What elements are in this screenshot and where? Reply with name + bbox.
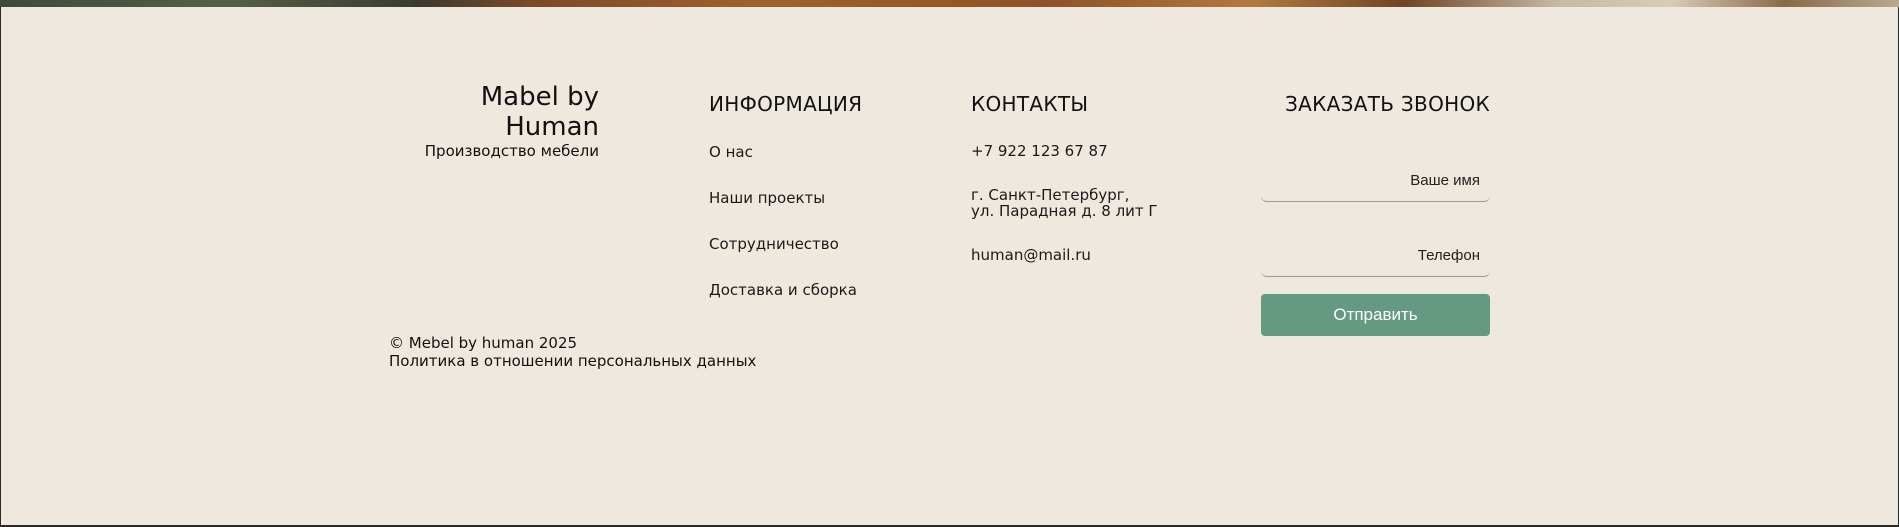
name-placeholder: Ваше имя — [1410, 172, 1480, 189]
phone-input[interactable]: Телефон — [1261, 231, 1490, 277]
site-footer: Mabel by Human Производство мебели ИНФОР… — [0, 7, 1898, 527]
address-line-2: ул. Парадная д. 8 лит Г — [971, 202, 1158, 220]
info-links: О нас Наши проекты Сотрудничество Достав… — [709, 143, 857, 327]
phone-placeholder: Телефон — [1417, 247, 1480, 264]
privacy-policy-link[interactable]: Политика в отношении персональных данных — [389, 352, 756, 370]
brand-tagline: Производство мебели — [424, 142, 599, 160]
contact-address: г. Санкт-Петербург, ул. Парадная д. 8 ли… — [971, 187, 1158, 247]
contacts-block: +7 922 123 67 87 г. Санкт-Петербург, ул.… — [971, 143, 1158, 263]
info-heading: ИНФОРМАЦИЯ — [709, 92, 863, 116]
brand-name: Mabel by Human — [480, 82, 599, 142]
link-about[interactable]: О нас — [709, 143, 857, 189]
address-line-1: г. Санкт-Петербург, — [971, 186, 1130, 204]
name-input[interactable]: Ваше имя — [1261, 156, 1490, 202]
callback-heading: ЗАКАЗАТЬ ЗВОНОК — [1285, 92, 1490, 116]
contact-phone[interactable]: +7 922 123 67 87 — [971, 143, 1158, 187]
submit-button[interactable]: Отправить — [1261, 294, 1490, 336]
hero-image-edge — [0, 0, 1899, 7]
footer-legal: © Mebel by human 2025 Политика в отношен… — [389, 334, 756, 370]
contact-email[interactable]: human@mail.ru — [971, 247, 1158, 263]
copyright-text: © Mebel by human 2025 — [389, 334, 578, 352]
link-cooperation[interactable]: Сотрудничество — [709, 235, 857, 281]
footer-brand[interactable]: Mabel by Human Производство мебели — [381, 82, 599, 160]
link-delivery[interactable]: Доставка и сборка — [709, 281, 857, 327]
link-projects[interactable]: Наши проекты — [709, 189, 857, 235]
contacts-heading: КОНТАКТЫ — [971, 92, 1089, 116]
